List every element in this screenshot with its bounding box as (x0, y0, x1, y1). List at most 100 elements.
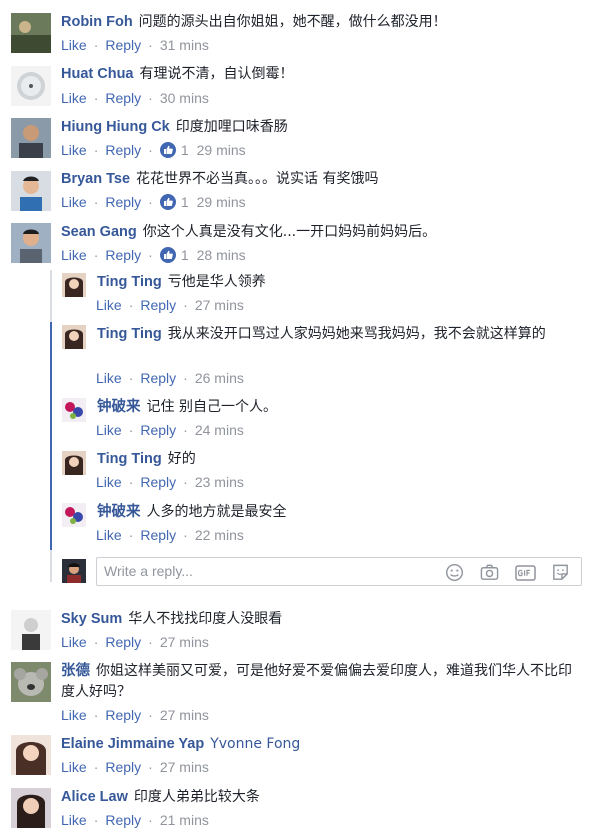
comment-timestamp[interactable]: 21 mins (160, 812, 209, 828)
reply-button[interactable]: Reply (105, 759, 141, 775)
reply-button[interactable]: Reply (140, 370, 176, 386)
avatar[interactable] (62, 503, 86, 527)
like-button[interactable]: Like (96, 474, 122, 490)
reply-timestamp[interactable]: 22 mins (195, 527, 244, 543)
reply-text: 好的 (167, 451, 196, 467)
thumbs-up-icon[interactable] (159, 142, 176, 158)
current-user-avatar[interactable] (62, 559, 86, 583)
reply-button[interactable]: Reply (105, 90, 141, 106)
camera-icon[interactable] (480, 563, 499, 582)
meta-separator: · (93, 142, 99, 158)
reply-input[interactable]: Write a reply... (96, 557, 582, 586)
tagged-user[interactable]: Yvonne Fong (210, 736, 300, 752)
like-button[interactable]: Like (61, 90, 87, 106)
reply-button[interactable]: Reply (140, 422, 176, 438)
thumbs-up-icon[interactable] (159, 247, 176, 263)
comment-author[interactable]: Sky Sum (61, 611, 122, 627)
like-button[interactable]: Like (96, 527, 122, 543)
like-button[interactable]: Like (96, 370, 122, 386)
reply-button[interactable]: Reply (140, 527, 176, 543)
comment-timestamp[interactable]: 30 mins (160, 90, 209, 106)
avatar[interactable] (11, 610, 51, 650)
avatar[interactable] (11, 66, 51, 106)
reply-thread-line (50, 322, 52, 550)
reply-thread-line (50, 550, 52, 582)
reply-button[interactable]: Reply (105, 142, 141, 158)
reply-timestamp[interactable]: 24 mins (195, 422, 244, 438)
reply-button[interactable]: Reply (140, 474, 176, 490)
comment-author[interactable]: Elaine Jimmaine Yap (61, 736, 204, 752)
avatar[interactable] (62, 398, 86, 422)
like-button[interactable]: Like (61, 759, 87, 775)
reply-button[interactable]: Reply (105, 812, 141, 828)
avatar[interactable] (11, 735, 51, 775)
comment-author[interactable]: Huat Chua (61, 66, 134, 82)
comment-text: 有理说不清，自认倒霉！ (139, 66, 294, 82)
reply-author[interactable]: Ting Ting (97, 274, 162, 290)
meta-separator: · (148, 247, 153, 263)
comment-timestamp[interactable]: 27 mins (160, 759, 209, 775)
avatar[interactable] (11, 171, 51, 211)
reply-text: 记住 别自己一个人。 (146, 399, 277, 415)
avatar[interactable] (11, 118, 51, 158)
emoji-icon[interactable] (445, 563, 464, 582)
reply-button[interactable]: Reply (105, 194, 141, 210)
reply-text: 人多的地方就是最安全 (146, 504, 287, 520)
like-button[interactable]: Like (61, 634, 87, 650)
comment-author[interactable]: Sean Gang (61, 224, 137, 240)
meta-separator: · (148, 707, 153, 723)
reply-timestamp[interactable]: 26 mins (195, 370, 244, 386)
like-count[interactable]: 1 (181, 142, 189, 158)
like-button[interactable]: Like (61, 37, 87, 53)
reply-author[interactable]: 钟破来 (97, 399, 141, 415)
like-count[interactable]: 1 (181, 194, 189, 210)
meta-separator: · (183, 297, 188, 313)
avatar[interactable] (62, 325, 86, 349)
reply-timestamp[interactable]: 23 mins (195, 474, 244, 490)
avatar[interactable] (62, 451, 86, 475)
like-button[interactable]: Like (96, 297, 122, 313)
like-count[interactable]: 1 (181, 247, 189, 263)
comment-author[interactable]: 张德 (61, 663, 90, 679)
comment-timestamp[interactable]: 29 mins (197, 194, 246, 210)
like-button[interactable]: Like (61, 194, 87, 210)
meta-separator: · (93, 634, 99, 650)
reply-timestamp[interactable]: 27 mins (195, 297, 244, 313)
comment-author[interactable]: Alice Law (61, 789, 128, 805)
reply-button[interactable]: Reply (105, 37, 141, 53)
like-button[interactable]: Like (61, 707, 87, 723)
avatar[interactable] (11, 662, 51, 702)
reply-button[interactable]: Reply (105, 247, 141, 263)
gif-icon[interactable] (515, 563, 536, 582)
avatar[interactable] (62, 273, 86, 297)
comment-timestamp[interactable]: 27 mins (160, 707, 209, 723)
reply-input-placeholder: Write a reply... (104, 563, 193, 579)
reply-button[interactable]: Reply (105, 707, 141, 723)
comment-timestamp[interactable]: 27 mins (160, 634, 209, 650)
reply-button[interactable]: Reply (105, 634, 141, 650)
reply-button[interactable]: Reply (140, 297, 176, 313)
reply-author[interactable]: 钟破来 (97, 504, 141, 520)
avatar[interactable] (11, 223, 51, 263)
comment-author[interactable]: Hiung Hiung Ck (61, 119, 170, 135)
comment-timestamp[interactable]: 31 mins (160, 37, 209, 53)
meta-separator: · (128, 370, 134, 386)
like-button[interactable]: Like (96, 422, 122, 438)
comment-author[interactable]: Robin Foh (61, 14, 133, 30)
like-button[interactable]: Like (61, 247, 87, 263)
like-button[interactable]: Like (61, 812, 87, 828)
reply-author[interactable]: Ting Ting (97, 326, 162, 342)
meta-separator: · (93, 759, 99, 775)
thumbs-up-icon[interactable] (159, 194, 176, 210)
comment-timestamp[interactable]: 28 mins (197, 247, 246, 263)
avatar[interactable] (11, 788, 51, 828)
comment-timestamp[interactable]: 29 mins (197, 142, 246, 158)
meta-separator: · (183, 370, 188, 386)
avatar[interactable] (11, 13, 51, 53)
sticker-icon[interactable] (551, 563, 570, 582)
comment-author[interactable]: Bryan Tse (61, 171, 130, 187)
like-button[interactable]: Like (61, 142, 87, 158)
comment-text: 花花世界不必当真。。。说实话 有奖饿吗 (136, 171, 379, 187)
comment-text: 印度加哩口味香肠 (175, 119, 288, 135)
reply-author[interactable]: Ting Ting (97, 451, 162, 467)
